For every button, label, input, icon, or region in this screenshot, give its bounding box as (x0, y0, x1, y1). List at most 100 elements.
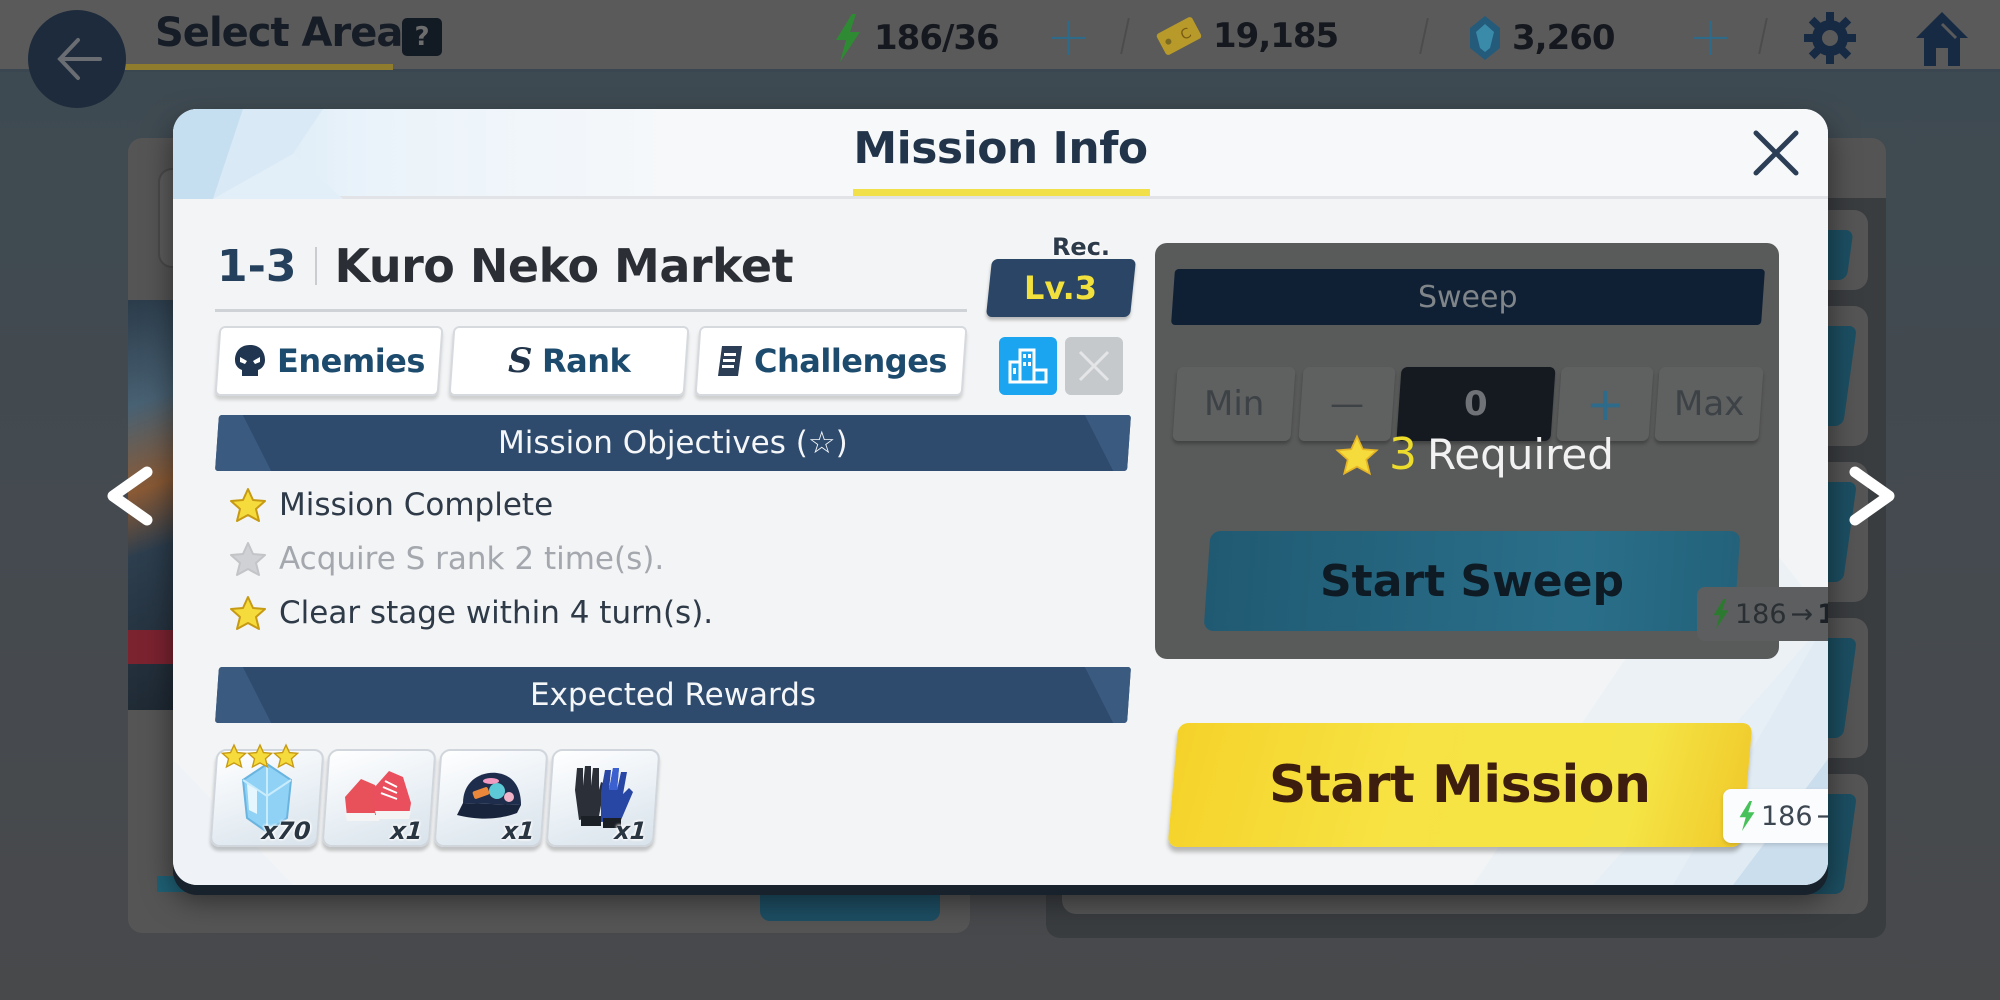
rewards-header: Expected Rewards (215, 667, 1131, 723)
help-button[interactable]: ? (402, 18, 442, 56)
objective-text: Clear stage within 4 turn(s). (279, 595, 714, 631)
recommended-label: Rec. (1051, 233, 1111, 261)
reward-item[interactable]: x1 (433, 749, 549, 847)
divider (314, 247, 317, 285)
arrow-left-icon (57, 38, 102, 80)
max-label: Max (1673, 384, 1745, 424)
skull-icon (235, 345, 266, 376)
sweep-title: Sweep (1418, 279, 1518, 315)
divider (1758, 18, 1768, 54)
stamina-from: 186 (1761, 800, 1813, 832)
required-label: Required (1427, 430, 1614, 479)
close-button[interactable] (1748, 125, 1804, 181)
pyroxene-gem-icon (1470, 16, 1500, 60)
star-icon (221, 743, 247, 769)
close-icon (1078, 350, 1110, 382)
background-button (760, 885, 940, 921)
credit-card-icon: C (1156, 17, 1202, 55)
mission-stamina-cost: 186 → 176 (1723, 789, 1828, 843)
dialog-title: Mission Info (853, 123, 1148, 174)
divider (215, 309, 967, 312)
divider (1419, 18, 1429, 54)
stage-map-button[interactable] (999, 337, 1057, 395)
close-icon (1753, 130, 1799, 176)
sweep-count: 0 (1464, 384, 1488, 424)
lightning-icon (1739, 801, 1755, 831)
start-mission-button[interactable]: Start Mission (1167, 723, 1753, 847)
recommended-level: Lv.3 (1024, 269, 1098, 307)
star-icon (230, 488, 266, 522)
next-stage-button[interactable] (1842, 460, 1902, 532)
reward-item[interactable]: x1 (321, 749, 437, 847)
building-icon (1008, 348, 1048, 384)
start-mission-label: Start Mission (1269, 755, 1651, 815)
sweep-requirement: 3 Required (1335, 429, 1614, 480)
plus-icon: + (1585, 377, 1625, 431)
divider (1120, 18, 1130, 54)
enemies-button[interactable]: Enemies (214, 326, 444, 396)
home-icon[interactable] (1912, 8, 1972, 68)
sweep-panel: Sweep Min — 0 + Max 3 Required Start Swe… (1155, 243, 1779, 659)
stamina-value: 186/36 (874, 18, 1000, 58)
objective-item: Mission Complete (229, 487, 553, 523)
clipboard-icon (717, 346, 742, 376)
sweep-max-button[interactable]: Max (1654, 367, 1764, 441)
reward-item[interactable]: x1 (545, 749, 661, 847)
s-rank-icon: S (507, 341, 533, 381)
star-icon (247, 743, 273, 769)
rank-label: Rank (542, 342, 631, 380)
star-icon (230, 596, 266, 630)
lightning-icon (836, 14, 860, 62)
stamina-to: 186 (1817, 598, 1828, 630)
star-icon (1335, 433, 1379, 475)
challenges-label: Challenges (753, 342, 947, 380)
add-stamina-button[interactable]: + (1046, 10, 1091, 64)
dialog-header: Mission Info (173, 109, 1828, 199)
gems-resource: 3,260 (1468, 14, 1616, 62)
first-clear-stars (221, 743, 299, 769)
reward-quantity: x1 (501, 817, 536, 845)
chevron-right-icon (1849, 466, 1895, 526)
challenges-button[interactable]: Challenges (694, 326, 968, 396)
arrow-right-icon: → (1790, 598, 1814, 630)
title-underline (125, 64, 393, 70)
lightning-icon (1713, 599, 1729, 629)
gear-icon[interactable] (1800, 8, 1860, 68)
title-underline (853, 189, 1150, 196)
arrow-right-icon: → (1816, 800, 1828, 832)
stage-heading: 1-3 Kuro Neko Market (217, 239, 794, 293)
back-button[interactable] (28, 10, 126, 108)
required-stars: 3 (1389, 429, 1417, 480)
star-icon (230, 542, 266, 576)
page-title: Select Area (155, 10, 403, 56)
reward-quantity: x70 (260, 817, 312, 845)
stage-name: Kuro Neko Market (334, 239, 794, 293)
objective-item: Acquire S rank 2 time(s). (229, 541, 664, 577)
recommended-level-badge: Lv.3 (985, 259, 1137, 317)
objective-item: Clear stage within 4 turn(s). (229, 595, 713, 631)
min-label: Min (1203, 384, 1265, 424)
stamina-from: 186 (1735, 598, 1787, 630)
chevron-left-icon (107, 466, 153, 526)
credits-resource: C 19,185 (1155, 14, 1339, 58)
sweep-header: Sweep (1171, 269, 1765, 325)
stamina-resource: 186/36 (832, 14, 1000, 62)
star-icon (273, 743, 299, 769)
sweep-min-button[interactable]: Min (1172, 367, 1296, 441)
sweep-stamina-cost: 186 → 186 (1697, 587, 1828, 641)
credits-value: 19,185 (1213, 16, 1339, 56)
disabled-option-button[interactable] (1065, 337, 1123, 395)
objectives-header: Mission Objectives (☆) (215, 415, 1131, 471)
s-rank-button[interactable]: S Rank (448, 326, 690, 396)
objectives-title: Mission Objectives (☆) (498, 425, 848, 461)
start-sweep-button[interactable]: Start Sweep (1203, 531, 1741, 631)
mission-info-dialog: Mission Info 1-3 Kuro Neko Market Rec. L… (173, 109, 1828, 885)
objective-text: Acquire S rank 2 time(s). (279, 541, 665, 577)
previous-stage-button[interactable] (100, 460, 160, 532)
start-sweep-label: Start Sweep (1320, 555, 1624, 607)
add-gems-button[interactable]: + (1688, 10, 1733, 64)
objective-text: Mission Complete (279, 487, 554, 523)
stage-number: 1-3 (217, 240, 297, 292)
top-bar: Select Area ? 186/36 + C 19,185 3,260 + (0, 0, 2000, 72)
rewards-title: Expected Rewards (529, 677, 817, 713)
